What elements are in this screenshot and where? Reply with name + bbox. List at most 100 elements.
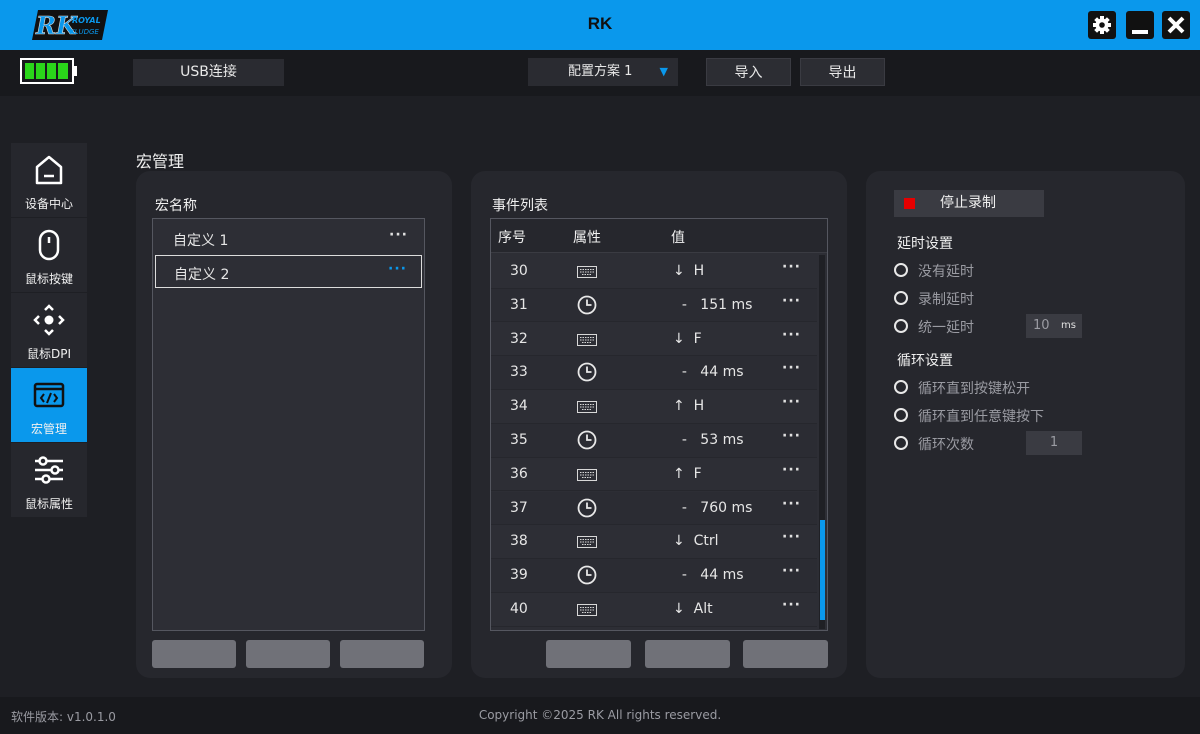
event-seq: 32	[510, 330, 528, 347]
radio-no-delay[interactable]: 没有延时	[894, 261, 1034, 281]
more-options-icon[interactable]: ···	[782, 597, 801, 613]
loop-settings-title: 循环设置	[897, 353, 953, 369]
more-options-icon[interactable]: ···	[782, 259, 801, 275]
event-delete-button[interactable]	[743, 640, 828, 668]
table-row[interactable]: 35 - 53 ms ···	[491, 424, 817, 458]
event-value: ↑ H	[673, 398, 705, 415]
more-options-icon[interactable]: ···	[782, 529, 801, 545]
more-options-icon[interactable]: ···	[782, 462, 801, 478]
sidebar-item-label: 鼠标DPI	[26, 347, 72, 361]
settings-button[interactable]	[1088, 11, 1116, 39]
profile-dropdown[interactable]: 配置方案 1 ▼	[528, 58, 678, 86]
radio-label: 没有延时	[918, 264, 974, 280]
delay-unit: ms	[1061, 320, 1076, 331]
event-scrollbar[interactable]	[819, 255, 825, 629]
event-value: ↓ H	[673, 263, 705, 279]
sidebar-item-device-center[interactable]: 设备中心	[11, 143, 87, 217]
more-options-icon[interactable]: ···	[782, 496, 801, 512]
more-options-icon[interactable]: ···	[782, 563, 801, 579]
more-options-icon[interactable]: ···	[782, 394, 801, 410]
clock-icon	[577, 565, 597, 589]
app-title: RK	[587, 14, 613, 33]
list-item[interactable]: 自定义 1 ···	[155, 222, 422, 255]
radio-label: 循环直到任意键按下	[918, 409, 1044, 425]
event-seq: 38	[510, 533, 528, 550]
table-row[interactable]: 34 ↑ H ···	[491, 390, 817, 424]
import-button[interactable]: 导入	[706, 58, 791, 86]
close-button[interactable]	[1162, 11, 1190, 39]
macro-edit-button[interactable]	[246, 640, 330, 668]
keyboard-icon	[577, 333, 597, 350]
event-value: ↑ F	[673, 465, 702, 482]
event-seq: 36	[510, 465, 528, 482]
macro-list: 自定义 1 ··· 自定义 2 ···	[152, 218, 425, 631]
radio-loop-until-any-key[interactable]: 循环直到任意键按下	[894, 406, 1074, 426]
sidebar-item-label: 宏管理	[30, 422, 67, 436]
radio-circle	[894, 408, 908, 422]
radio-label: 统一延时	[918, 320, 974, 336]
sidebar-item-label: 鼠标属性	[24, 497, 73, 511]
table-row[interactable]: 33 - 44 ms ···	[491, 356, 817, 391]
table-row[interactable]: 39 - 44 ms ···	[491, 559, 817, 593]
macro-delete-button[interactable]	[340, 640, 424, 668]
keyboard-icon	[577, 266, 597, 282]
table-row[interactable]: 37 - 760 ms ···	[491, 491, 817, 526]
radio-circle	[894, 291, 908, 305]
event-seq: 30	[510, 263, 528, 279]
keyboard-icon	[577, 536, 597, 552]
event-insert-button[interactable]	[546, 640, 631, 668]
dropdown-arrow-icon: ▼	[659, 65, 668, 78]
export-button[interactable]: 导出	[800, 58, 885, 86]
sidebar-item-mouse-dpi[interactable]: 鼠标DPI	[11, 293, 87, 367]
radio-loop-count[interactable]: 循环次数	[894, 434, 1014, 454]
more-options-icon[interactable]: ···	[782, 428, 801, 444]
list-item[interactable]: 自定义 2 ···	[155, 255, 422, 288]
stop-recording-label: 停止录制	[940, 195, 996, 211]
stop-recording-button[interactable]: 停止录制	[894, 190, 1044, 217]
radio-record-delay[interactable]: 录制延时	[894, 289, 1034, 309]
table-row[interactable]: 38 ↓ Ctrl ···	[491, 525, 817, 560]
delay-settings-title: 延时设置	[897, 236, 953, 252]
event-value: - 151 ms	[673, 296, 753, 313]
sidebar-item-label: 鼠标按键	[24, 272, 73, 286]
event-seq: 40	[510, 601, 528, 617]
loop-count-input[interactable]: 1	[1026, 431, 1082, 455]
more-options-icon[interactable]: ···	[389, 227, 408, 243]
more-options-icon[interactable]: ···	[388, 261, 407, 277]
stop-square-icon	[904, 198, 915, 209]
delay-input[interactable]: 10 ms	[1026, 314, 1082, 338]
table-row[interactable]: 36 ↑ F ···	[491, 457, 817, 492]
delay-value: 10	[1033, 318, 1050, 333]
event-value: - 44 ms	[673, 567, 744, 584]
event-value: ↓ Alt	[673, 601, 713, 617]
event-modify-button[interactable]	[645, 640, 730, 668]
page-title: 宏管理	[136, 152, 185, 171]
table-row[interactable]: 40 ↓ Alt ···	[491, 593, 817, 627]
minimize-button[interactable]	[1126, 11, 1154, 39]
radio-uniform-delay[interactable]: 统一延时	[894, 317, 1014, 337]
table-row[interactable]: 30 ↓ H ···	[491, 255, 817, 289]
sidebar-item-mouse-buttons[interactable]: 鼠标按键	[11, 218, 87, 292]
radio-label: 录制延时	[918, 292, 974, 308]
more-options-icon[interactable]: ···	[782, 327, 801, 343]
sidebar-item-mouse-properties[interactable]: 鼠标属性	[11, 443, 87, 517]
sidebar-item-macro-management[interactable]: 宏管理	[11, 368, 87, 442]
event-table: 序号 属性 值 30 ↓ H ··· 31 - 151 ms ··· 32 ↓ F ··· 33…	[490, 218, 828, 631]
clock-icon	[577, 498, 597, 522]
macro-add-button[interactable]	[152, 640, 236, 668]
event-seq: 33	[510, 364, 528, 381]
top-bar: USB连接 配置方案 1 ▼ 导入 导出	[0, 50, 1200, 96]
more-options-icon[interactable]: ···	[782, 293, 801, 309]
table-row[interactable]: 31 - 151 ms ···	[491, 288, 817, 323]
radio-loop-until-release[interactable]: 循环直到按键松开	[894, 378, 1064, 398]
more-options-icon[interactable]: ···	[782, 360, 801, 376]
table-row[interactable]: 32 ↓ F ···	[491, 322, 817, 357]
title-bar: RK ROYAL KLUDGE RK	[0, 0, 1200, 50]
macro-item-name: 自定义 2	[174, 267, 230, 283]
event-value: ↓ F	[673, 330, 702, 347]
dpi-icon	[33, 304, 65, 336]
copyright: Copyright ©2025 RK All rights reserved.	[478, 708, 722, 722]
scrollbar-thumb[interactable]	[820, 520, 825, 620]
radio-circle	[894, 436, 908, 450]
battery-icon	[20, 58, 78, 88]
